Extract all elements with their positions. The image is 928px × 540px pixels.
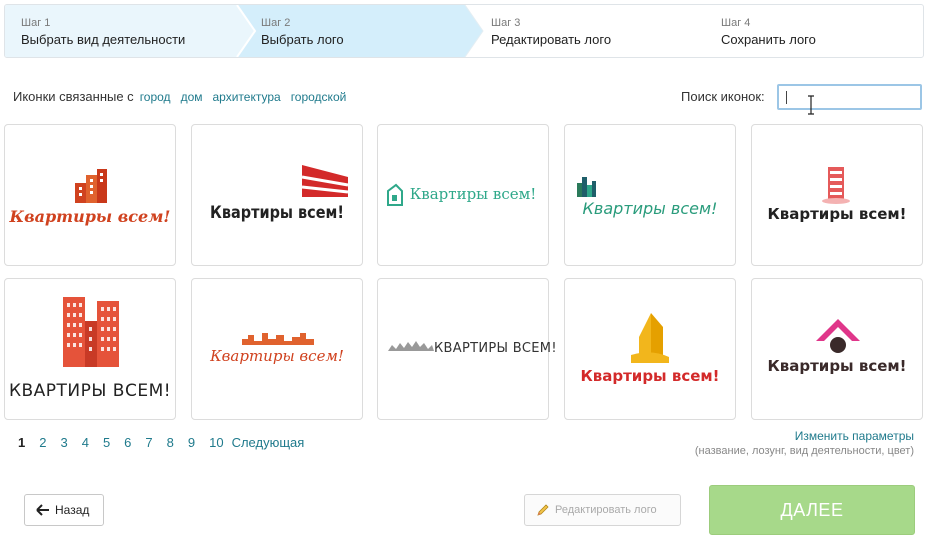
page-link[interactable]: 7	[145, 435, 152, 450]
arrow-left-icon	[36, 504, 49, 516]
step-title: Сохранить лого	[721, 32, 816, 47]
logo-caption: КВАРТИРЫ ВСЕМ!	[8, 381, 172, 401]
logo-caption: Квартиры всем!	[210, 203, 344, 223]
pencil-icon	[537, 504, 549, 516]
logo-card[interactable]: КВАРТИРЫ ВСЕМ!	[377, 278, 557, 420]
logo-caption: КВАРТИРЫ ВСЕМ!	[434, 341, 557, 356]
logo-card[interactable]: Квартиры всем!	[191, 124, 363, 266]
step-title: Выбрать лого	[261, 32, 344, 47]
change-params-hint: (название, лозунг, вид деятельности, цве…	[694, 445, 914, 457]
step-number: Шаг 2	[261, 17, 291, 29]
step-1[interactable]: Шаг 1 Выбрать вид деятельности	[21, 5, 231, 57]
page-link[interactable]: 4	[82, 435, 89, 450]
step-2[interactable]: Шаг 2 Выбрать лого	[261, 5, 461, 57]
logo-caption: Квартиры всем!	[9, 207, 171, 226]
tower-icon	[822, 167, 850, 204]
wizard-steps: Шаг 1 Выбрать вид деятельности Шаг 2 Выб…	[4, 4, 924, 58]
step-number: Шаг 1	[21, 17, 51, 29]
page-link[interactable]: 5	[103, 435, 110, 450]
tag-link[interactable]: городской	[291, 90, 347, 104]
tag-link[interactable]: дом	[181, 90, 203, 104]
change-params-link[interactable]: Изменить параметры	[795, 429, 914, 443]
back-label: Назад	[55, 503, 90, 517]
step-title: Редактировать лого	[491, 32, 612, 47]
tag-link[interactable]: город	[140, 90, 171, 104]
page-link[interactable]: 10	[209, 435, 223, 450]
tower-flag-icon	[631, 313, 669, 363]
edit-logo-button[interactable]: Редактировать лого	[524, 494, 681, 526]
next-page-link[interactable]: Следующая	[232, 435, 305, 450]
logo-card[interactable]: Квартиры всем!	[4, 124, 176, 266]
logo-caption: Квартиры всем!	[767, 205, 907, 223]
back-button[interactable]: Назад	[24, 494, 104, 526]
next-button[interactable]: ДАЛЕЕ	[709, 485, 915, 535]
logo-caption: Квартиры всем!	[582, 199, 718, 218]
step-title: Выбрать вид деятельности	[21, 32, 186, 47]
page-link[interactable]: 9	[188, 435, 195, 450]
logo-caption: Квартиры всем!	[580, 367, 720, 385]
buildings-icon	[75, 169, 107, 203]
logo-card[interactable]: Квартиры всем!	[751, 124, 923, 266]
ibeam-cursor-icon	[808, 95, 814, 115]
related-icons: Иконки связанные с город дом архитектура гор…	[13, 89, 350, 104]
step-number: Шаг 4	[721, 17, 751, 29]
logo-card[interactable]: КВАРТИРЫ ВСЕМ!	[4, 278, 176, 420]
search-label: Поиск иконок:	[681, 89, 765, 104]
step-3: Шаг 3 Редактировать лого	[491, 5, 701, 57]
page-link[interactable]: 2	[39, 435, 46, 450]
city-skyline-icon	[577, 177, 596, 197]
page-link[interactable]: 8	[167, 435, 174, 450]
edit-logo-label: Редактировать лого	[555, 504, 657, 516]
logo-card[interactable]: Квартиры всем!	[191, 278, 363, 420]
step-number: Шаг 3	[491, 17, 521, 29]
building-icon	[301, 165, 349, 197]
logo-caption: Квартиры всем!	[210, 347, 344, 365]
logo-card[interactable]: Квартиры всем!	[377, 124, 549, 266]
related-label: Иконки связанные с	[13, 89, 134, 104]
logo-card[interactable]: Квартиры всем!	[564, 124, 736, 266]
text-caret	[786, 91, 787, 104]
icon-search-input[interactable]	[777, 84, 922, 110]
page-link[interactable]: 6	[124, 435, 131, 450]
pagination: 1 2 3 4 5 6 7 8 9 10 Следующая	[18, 435, 318, 450]
tag-link[interactable]: архитектура	[213, 90, 281, 104]
page-link[interactable]: 1	[18, 435, 25, 450]
page-link[interactable]: 3	[60, 435, 67, 450]
step-4: Шаг 4 Сохранить лого	[721, 5, 921, 57]
logo-card[interactable]: Квартиры всем!	[751, 278, 923, 420]
logo-caption: Квартиры всем!	[409, 185, 537, 203]
logo-caption: Квартиры всем!	[767, 357, 907, 375]
logo-card[interactable]: Квартиры всем!	[564, 278, 736, 420]
house-roof-icon	[816, 319, 860, 353]
